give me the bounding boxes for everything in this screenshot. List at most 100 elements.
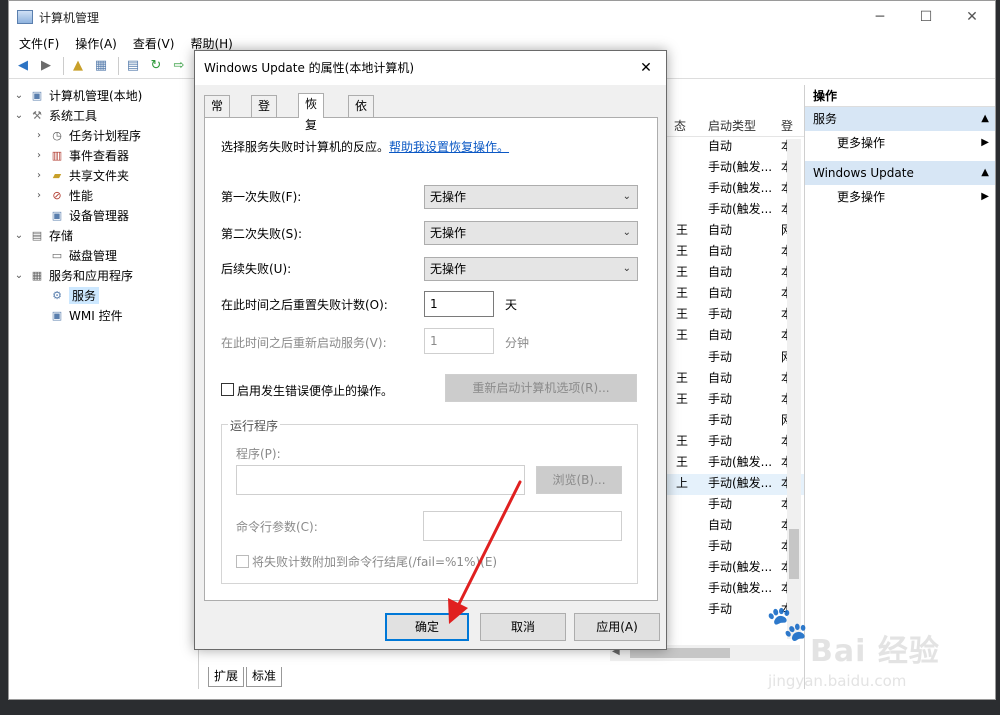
show-hide-tree-icon[interactable]: ▦: [91, 56, 111, 76]
table-cell: 王: [676, 244, 689, 259]
up-folder-icon[interactable]: ▲: [68, 56, 88, 76]
collapse-triangle-icon[interactable]: ▲: [981, 161, 989, 185]
select-value: 无操作: [430, 262, 467, 276]
tree-item-services[interactable]: ⚙ 服务: [9, 285, 198, 305]
table-cell: 手动(触发...: [708, 475, 773, 490]
menu-help[interactable]: 帮助(H): [182, 35, 240, 52]
collapse-arrow-icon[interactable]: ⌄: [13, 230, 25, 241]
expand-arrow-icon[interactable]: ›: [33, 170, 45, 181]
export-icon[interactable]: ⇨: [169, 56, 189, 76]
action-more-actions[interactable]: 更多操作 ▶: [805, 185, 995, 209]
action-group-title: Windows Update: [813, 166, 914, 180]
cancel-button[interactable]: 取消: [480, 613, 566, 641]
device-manager-icon: ▣: [51, 208, 63, 222]
subsequent-failure-select[interactable]: 无操作 ⌄: [424, 257, 638, 281]
minimize-button[interactable]: ─: [857, 1, 903, 33]
tree-item-system-tools[interactable]: ⌄ ⚒ 系统工具: [9, 105, 198, 125]
enable-stop-actions-checkbox[interactable]: [221, 383, 234, 396]
run-program-group: 运行程序 程序(P): 浏览(B)... 命令行参数(C): 将失败计数附加到命…: [221, 417, 638, 584]
ok-button[interactable]: 确定: [385, 613, 469, 641]
table-cell: 王: [676, 433, 689, 448]
table-cell: 王: [676, 328, 689, 343]
restart-service-unit: 分钟: [505, 336, 530, 350]
tree-item-label: WMI 控件: [69, 308, 123, 323]
column-header-logon[interactable]: 登: [781, 117, 793, 134]
back-arrow-icon[interactable]: ◀: [13, 56, 33, 76]
tree-item-device-manager[interactable]: ▣ 设备管理器: [9, 205, 198, 225]
tree-item-task-scheduler[interactable]: › ◷ 任务计划程序: [9, 125, 198, 145]
expand-arrow-icon[interactable]: ›: [33, 130, 45, 141]
reset-count-input[interactable]: 1: [424, 291, 494, 317]
refresh-icon[interactable]: ↻: [146, 56, 166, 76]
table-cell: 自动: [708, 265, 733, 280]
table-cell: 自动: [708, 244, 733, 259]
tab-logon[interactable]: 登录: [251, 95, 278, 134]
menu-action[interactable]: 操作(A): [67, 35, 125, 52]
tree-item-label: 共享文件夹: [69, 168, 130, 183]
menu-view[interactable]: 查看(V): [125, 35, 183, 52]
tree-item-computer-management[interactable]: ⌄ ▣ 计算机管理(本地): [9, 85, 198, 105]
action-group-windows-update[interactable]: Windows Update ▲: [805, 161, 995, 185]
collapse-triangle-icon[interactable]: ▲: [981, 107, 989, 131]
scrollbar-thumb[interactable]: [789, 529, 799, 579]
expand-arrow-icon[interactable]: ›: [33, 190, 45, 201]
first-failure-label: 第一次失败(F):: [221, 190, 302, 204]
table-cell: 自动: [708, 286, 733, 301]
tree-item-shared-folders[interactable]: › ▰ 共享文件夹: [9, 165, 198, 185]
table-cell: 手动(触发...: [708, 454, 773, 469]
tree-item-storage[interactable]: ⌄ ▤ 存储: [9, 225, 198, 245]
chevron-down-icon: ⌄: [622, 191, 631, 202]
table-cell: 手动(触发...: [708, 181, 773, 196]
chevron-down-icon: ⌄: [622, 227, 631, 238]
column-header-startup-type[interactable]: 启动类型: [708, 117, 756, 134]
second-failure-select[interactable]: 无操作 ⌄: [424, 221, 638, 245]
forward-arrow-icon[interactable]: ▶: [36, 56, 56, 76]
tab-recovery[interactable]: 恢复: [298, 93, 325, 132]
action-group-title: 服务: [813, 112, 838, 126]
table-cell: 王: [676, 370, 689, 385]
help-link[interactable]: 帮助我设置恢复操作。: [389, 140, 509, 154]
maximize-button[interactable]: ☐: [903, 1, 949, 33]
console-tree: ⌄ ▣ 计算机管理(本地) ⌄ ⚒ 系统工具 › ◷ 任务计划程序 › ▥ 事件…: [9, 85, 199, 689]
close-button[interactable]: ✕: [949, 1, 995, 33]
tab-extended[interactable]: 扩展: [208, 667, 245, 687]
baidu-paw-logo-icon: 🐾: [766, 604, 809, 644]
tab-dependencies[interactable]: 依存关系: [348, 95, 375, 176]
tree-item-label: 性能: [69, 188, 94, 203]
menu-file[interactable]: 文件(F): [11, 35, 67, 52]
vertical-scrollbar[interactable]: [787, 139, 801, 639]
toolbar-separator: [63, 56, 64, 75]
action-more-actions[interactable]: 更多操作 ▶: [805, 131, 995, 155]
shared-folder-icon: ▰: [52, 168, 62, 182]
apply-button[interactable]: 应用(A): [574, 613, 660, 641]
table-cell: 手动(触发...: [708, 202, 773, 217]
properties-icon[interactable]: ▤: [123, 56, 143, 76]
tab-standard[interactable]: 标准: [246, 667, 283, 687]
select-value: 无操作: [430, 190, 467, 204]
table-cell: 自动: [708, 139, 733, 153]
tree-item-label: 系统工具: [49, 108, 98, 123]
collapse-arrow-icon[interactable]: ⌄: [13, 110, 25, 121]
tree-item-services-and-apps[interactable]: ⌄ ▦ 服务和应用程序: [9, 265, 198, 285]
tree-item-event-viewer[interactable]: › ▥ 事件查看器: [9, 145, 198, 165]
program-input: [236, 465, 525, 495]
dialog-title-bar: Windows Update 的属性(本地计算机) ✕: [195, 51, 666, 85]
disk-icon: ▭: [51, 248, 63, 262]
watermark-url: jingyan.baidu.com: [768, 672, 907, 690]
toolbar-separator: [118, 56, 119, 75]
tree-item-performance[interactable]: › ⊘ 性能: [9, 185, 198, 205]
tree-item-wmi-control[interactable]: ▣ WMI 控件: [9, 305, 198, 325]
table-cell: 手动: [708, 412, 733, 427]
tree-item-disk-management[interactable]: ▭ 磁盘管理: [9, 245, 198, 265]
dialog-close-button[interactable]: ✕: [634, 51, 658, 85]
cmdline-label: 命令行参数(C):: [236, 520, 318, 534]
action-group-services[interactable]: 服务 ▲: [805, 107, 995, 131]
tab-general[interactable]: 常规: [204, 95, 231, 134]
recovery-description: 选择服务失败时计算机的反应。帮助我设置恢复操作。: [221, 138, 509, 155]
computer-icon: ▣: [31, 88, 43, 102]
expand-arrow-icon[interactable]: ›: [33, 150, 45, 161]
first-failure-select[interactable]: 无操作 ⌄: [424, 185, 638, 209]
collapse-arrow-icon[interactable]: ⌄: [13, 270, 25, 281]
column-header-status[interactable]: 态: [674, 117, 686, 134]
collapse-arrow-icon[interactable]: ⌄: [13, 90, 25, 101]
